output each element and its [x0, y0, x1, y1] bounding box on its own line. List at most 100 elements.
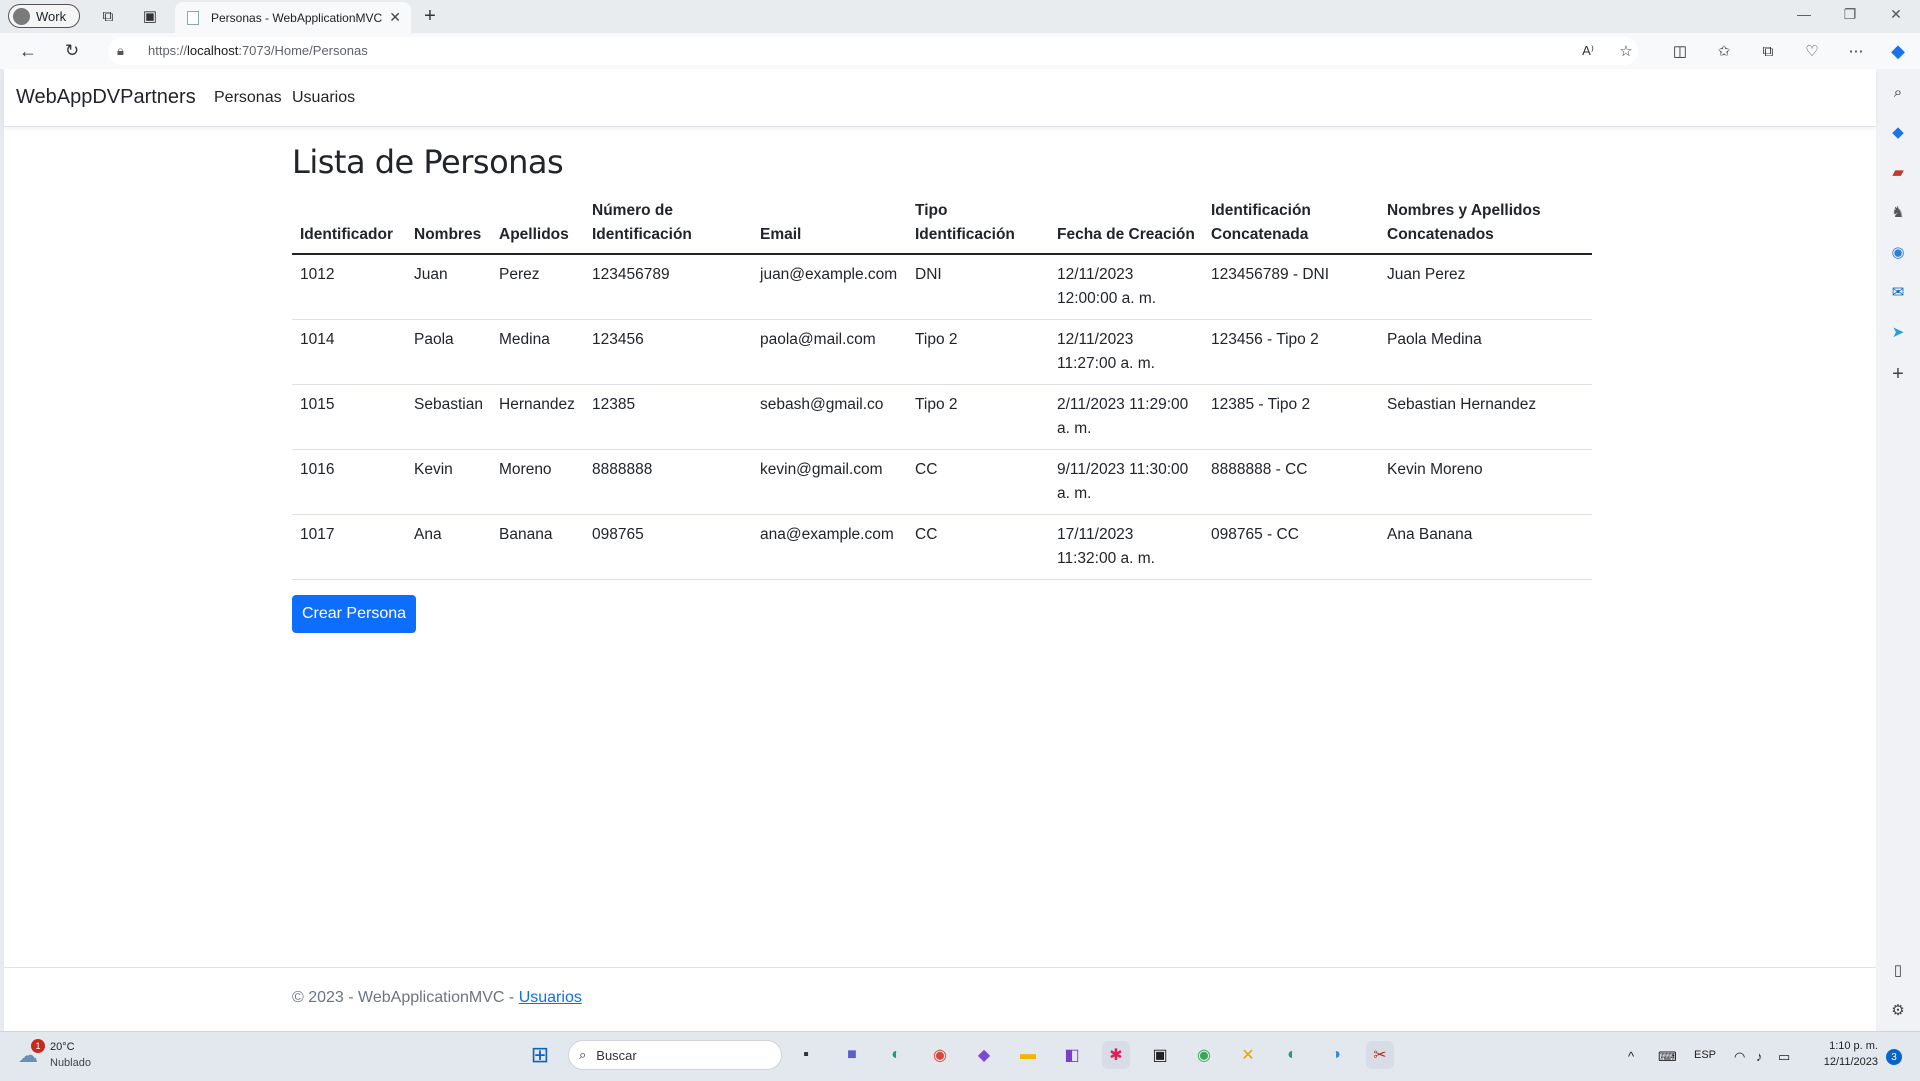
refresh-icon[interactable]: ↻ — [58, 37, 86, 65]
collections-icon[interactable]: ⧉ — [1754, 37, 1782, 65]
back-icon[interactable]: ← — [14, 37, 42, 65]
table-row: 1014 Paola Medina 123456 paola@mail.com … — [292, 319, 1592, 385]
cell-tipo-identificacion: CC — [907, 514, 1049, 580]
cell-fecha-creacion: 9/11/2023 11:30:00 a. m. — [1049, 449, 1203, 515]
task-view-icon[interactable]: ▪ — [792, 1041, 820, 1069]
cell-email: juan@example.com — [752, 254, 907, 320]
cell-tipo-identificacion: CC — [907, 449, 1049, 515]
show-hidden-icons-icon[interactable]: ^ — [1628, 1049, 1634, 1064]
cell-tipo-identificacion: Tipo 2 — [907, 319, 1049, 385]
crear-persona-button[interactable]: Crear Persona — [292, 595, 416, 633]
language-indicator[interactable]: ESP — [1694, 1049, 1716, 1061]
weather-temp[interactable]: 20°C — [50, 1041, 75, 1053]
terminal-icon[interactable]: ▣ — [1146, 1041, 1174, 1069]
clock-time[interactable]: 1:10 p. m. — [1806, 1040, 1878, 1052]
browser-essentials-icon[interactable]: ♡ — [1798, 37, 1826, 65]
file-explorer-icon[interactable]: ▬ — [1014, 1041, 1042, 1069]
snipping-tool-icon[interactable]: ✂ — [1366, 1041, 1394, 1069]
close-window-icon[interactable]: ✕ — [1876, 6, 1916, 23]
cell-email: paola@mail.com — [752, 319, 907, 385]
more-options-icon[interactable]: ⋯ — [1842, 37, 1870, 65]
table-row: 1017 Ana Banana 098765 ana@example.com C… — [292, 514, 1592, 580]
edge-icon[interactable]: ◐ — [882, 1041, 910, 1069]
cell-numero-identificacion: 12385 — [584, 384, 752, 450]
copilot-icon[interactable]: ◆ — [1884, 37, 1912, 65]
split-screen-icon[interactable]: ◫ — [1666, 37, 1694, 65]
tab-actions-icon[interactable]: ▣ — [136, 2, 164, 30]
cell-identificador: 1016 — [292, 449, 406, 515]
sidebar-layout-icon[interactable]: ▯ — [1887, 959, 1909, 981]
table-row: 1015 Sebastian Hernandez 12385 sebash@gm… — [292, 384, 1592, 450]
lock-icon[interactable]: 🔒︎ — [117, 43, 124, 59]
cell-identificacion-concatenada: 098765 - CC — [1203, 514, 1379, 580]
battery-icon[interactable]: ▭ — [1778, 1049, 1790, 1065]
wifi-icon[interactable]: ◠ — [1734, 1049, 1745, 1065]
clock-date[interactable]: 12/11/2023 — [1806, 1056, 1878, 1068]
visual-studio-icon[interactable]: ◧ — [1058, 1041, 1086, 1069]
edge-sidebar: ⌕ ◆ ▰ ♞ ◉ ✉ ➤ + ▯ ⚙ — [1876, 69, 1920, 1031]
col-header-email: Email — [752, 193, 907, 255]
nav-link-usuarios[interactable]: Usuarios — [292, 89, 355, 107]
send-icon[interactable]: ➤ — [1887, 321, 1909, 343]
sidebar-settings-icon[interactable]: ⚙ — [1887, 999, 1909, 1021]
tab-personas[interactable]: Personas - WebApplicationMVC ✕ — [175, 2, 411, 33]
notification-badge[interactable]: 3 — [1886, 1049, 1902, 1065]
copilot-app-icon[interactable]: ◆ — [970, 1041, 998, 1069]
footer-copyright: © 2023 - WebApplicationMVC - — [292, 989, 519, 1006]
cell-nombres: Sebastian — [406, 384, 491, 450]
col-header-nombres: Nombres — [406, 193, 491, 255]
microsoft-365-icon[interactable]: ◉ — [1887, 241, 1909, 263]
cell-apellidos: Moreno — [491, 449, 584, 515]
weather-desc[interactable]: Nublado — [50, 1057, 91, 1069]
nav-link-personas[interactable]: Personas — [214, 89, 282, 107]
taskbar-search-placeholder: Buscar — [596, 1047, 637, 1063]
read-aloud-icon[interactable]: A⁾ — [1574, 37, 1602, 65]
cell-identificacion-concatenada: 12385 - Tipo 2 — [1203, 384, 1379, 450]
footer-link-usuarios[interactable]: Usuarios — [519, 989, 582, 1006]
restore-icon[interactable]: ❐ — [1830, 6, 1870, 23]
shopping-icon[interactable]: ◆ — [1887, 121, 1909, 143]
table-header-row: Identificador Nombres Apellidos Número d… — [292, 193, 1592, 255]
col-header-identificacion-concatenada: Identificación Concatenada — [1203, 193, 1379, 255]
taskbar-search[interactable]: ⌕ Buscar — [568, 1040, 782, 1070]
cell-apellidos: Perez — [491, 254, 584, 320]
favorite-star-icon[interactable]: ☆ — [1612, 37, 1640, 65]
cell-fecha-creacion: 17/11/2023 11:32:00 a. m. — [1049, 514, 1203, 580]
cell-nombres: Paola — [406, 319, 491, 385]
tool-app-icon[interactable]: ✕ — [1234, 1041, 1262, 1069]
cell-nombres: Ana — [406, 514, 491, 580]
site-brand[interactable]: WebAppDVPartners — [16, 86, 196, 109]
windows-start-icon[interactable]: ⊞ — [526, 1041, 554, 1069]
edge-beta-icon[interactable]: ◑ — [1322, 1041, 1350, 1069]
slack-icon[interactable]: ✱ — [1102, 1041, 1130, 1069]
cell-identificador: 1015 — [292, 384, 406, 450]
chrome-alt-icon[interactable]: ◉ — [1190, 1041, 1218, 1069]
chrome-icon[interactable]: ◉ — [926, 1041, 954, 1069]
profile-button[interactable]: Work — [8, 4, 80, 28]
volume-icon[interactable]: ♪ — [1756, 1049, 1763, 1064]
table-row: 1016 Kevin Moreno 8888888 kevin@gmail.co… — [292, 449, 1592, 515]
profile-label: Work — [36, 8, 67, 24]
page-title: Lista de Personas — [292, 143, 564, 181]
browser-title-bar: Work ⧉ ▣ Personas - WebApplicationMVC ✕ … — [0, 0, 1920, 33]
workspaces-icon[interactable]: ⧉ — [94, 2, 122, 30]
cell-nombres-apellidos: Kevin Moreno — [1379, 449, 1592, 515]
favorites-icon[interactable]: ✩ — [1710, 37, 1738, 65]
tools-icon[interactable]: ▰ — [1887, 161, 1909, 183]
minimize-icon[interactable]: — — [1784, 6, 1824, 22]
url-text[interactable]: https://localhost:7073/Home/Personas — [148, 43, 368, 58]
new-tab-button[interactable]: + — [416, 2, 444, 30]
cell-nombres: Kevin — [406, 449, 491, 515]
close-tab-icon[interactable]: ✕ — [389, 9, 401, 26]
games-icon[interactable]: ♞ — [1887, 201, 1909, 223]
edge-dev-icon[interactable]: ◐ — [1278, 1041, 1306, 1069]
outlook-icon[interactable]: ✉ — [1887, 281, 1909, 303]
search-icon[interactable]: ⌕ — [1887, 81, 1909, 103]
col-header-identificador: Identificador — [292, 193, 406, 255]
footer-text: © 2023 - WebApplicationMVC - Usuarios — [292, 989, 582, 1007]
keyboard-icon[interactable]: ⌨ — [1658, 1049, 1677, 1065]
avatar — [13, 7, 30, 25]
cell-identificacion-concatenada: 8888888 - CC — [1203, 449, 1379, 515]
teams-icon[interactable]: ■ — [838, 1041, 866, 1069]
add-sidebar-app-icon[interactable]: + — [1887, 363, 1909, 385]
